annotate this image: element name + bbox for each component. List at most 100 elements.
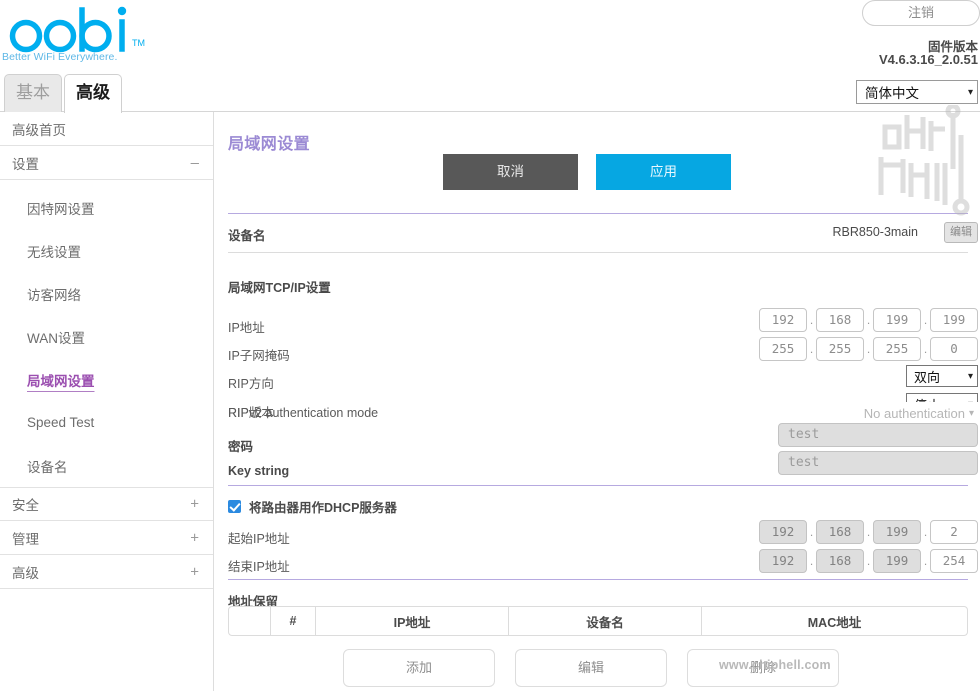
page-title: 局域网设置 (228, 136, 311, 153)
page-root: TM Better WiFi Everywhere. 注销 固件版本 V4.6.… (0, 0, 980, 691)
table-header-mac-address: MAC地址 (807, 615, 862, 630)
divider (228, 252, 968, 253)
cancel-button[interactable]: 取消 (443, 154, 578, 190)
dot-separator: . (923, 525, 928, 539)
sidebar-item-label: 高级 (12, 565, 39, 581)
device-name-label: 设备名 (228, 229, 266, 243)
brand-tagline: Better WiFi Everywhere. (2, 51, 118, 63)
ripv2-auth-mode-value: No authentication (863, 405, 965, 421)
dhcp-end-octet-3: 199 (873, 549, 921, 573)
sidebar-item-label: 设置 (12, 156, 39, 172)
key-string-input[interactable]: test (778, 451, 978, 475)
sidebar-item-lan-settings[interactable]: 局域网设置 (0, 358, 213, 401)
sidebar-item-security[interactable]: 安全 + (0, 487, 213, 521)
ip-octet-4[interactable]: 199 (930, 308, 978, 332)
dot-separator: . (923, 342, 928, 356)
password-input[interactable]: test (778, 423, 978, 447)
sidebar-item-advanced[interactable]: 高级 + (0, 555, 213, 589)
sidebar-item-settings[interactable]: 设置 – (0, 146, 213, 180)
sidebar-item-label: 管理 (12, 531, 39, 547)
dot-separator: . (866, 313, 871, 327)
plus-icon[interactable]: + (190, 529, 199, 546)
logout-button[interactable]: 注销 (862, 0, 980, 26)
ip-address-label: IP地址 (228, 321, 265, 335)
dhcp-end-octet-4[interactable]: 254 (930, 549, 978, 573)
sidebar-item-label: 设备名 (27, 459, 68, 475)
plus-icon[interactable]: + (190, 563, 199, 580)
main-content: 局域网设置 取消 应用 设备名 RBR850-3main 编辑 局域网TCP/I… (215, 105, 980, 691)
add-button[interactable]: 添加 (343, 649, 495, 687)
orbi-logo: TM (0, 2, 180, 54)
subnet-octet-1[interactable]: 255 (759, 337, 807, 361)
sidebar: 高级首页 设置 – 因特网设置 无线设置 访客网络 WAN设置 局域网设置 Sp… (0, 112, 214, 691)
dhcp-end-octet-2: 168 (816, 549, 864, 573)
dhcp-server-checkbox-label: 将路由器用作DHCP服务器 (249, 501, 397, 515)
sidebar-item-label: 高级首页 (12, 122, 66, 138)
sidebar-item-advanced-home[interactable]: 高级首页 (0, 112, 213, 146)
language-select[interactable]: 简体中文 ▾ (856, 80, 978, 104)
page-header: TM Better WiFi Everywhere. 注销 固件版本 V4.6.… (0, 0, 980, 70)
plus-icon[interactable]: + (190, 496, 199, 513)
sidebar-item-internet-settings[interactable]: 因特网设置 (0, 186, 213, 229)
minus-icon[interactable]: – (191, 154, 199, 171)
dhcp-start-octet-3: 199 (873, 520, 921, 544)
table-header-ip-address: IP地址 (316, 607, 509, 635)
chevron-down-icon: ▾ (967, 86, 973, 98)
sidebar-item-label: 局域网设置 (27, 373, 95, 389)
sidebar-item-guest-network[interactable]: 访客网络 (0, 272, 213, 315)
sidebar-item-label: Speed Test (27, 415, 95, 430)
dhcp-start-octet-4[interactable]: 2 (930, 520, 978, 544)
subnet-octet-2[interactable]: 255 (816, 337, 864, 361)
firmware-version-value: V4.6.3.16_2.0.51 (878, 52, 978, 67)
table-header-select (229, 607, 271, 635)
subnet-octet-3[interactable]: 255 (873, 337, 921, 361)
dot-separator: . (866, 342, 871, 356)
sidebar-item-administration[interactable]: 管理 + (0, 521, 213, 555)
sidebar-item-label: 安全 (12, 498, 39, 513)
sidebar-item-wan-settings[interactable]: WAN设置 (0, 315, 213, 358)
dot-separator: . (809, 554, 814, 568)
tab-bar: 基本 高级 简体中文 ▾ (0, 70, 980, 113)
sidebar-item-speed-test[interactable]: Speed Test (0, 401, 213, 444)
key-string-label: Key string (228, 464, 290, 478)
dhcp-start-octet-2: 168 (816, 520, 864, 544)
delete-button[interactable]: 删除 (687, 649, 839, 687)
dhcp-end-octet-1: 192 (759, 549, 807, 573)
ripv2-auth-mode-select[interactable]: No authentication ▾ (845, 402, 978, 424)
tab-advanced[interactable]: 高级 (64, 74, 122, 113)
tab-basic[interactable]: 基本 (4, 74, 62, 112)
dhcp-end-ip-label: 结束IP地址 (228, 560, 290, 574)
svg-text:TM: TM (132, 38, 145, 48)
rip-direction-select[interactable]: 双向 ▾ (906, 365, 978, 387)
dhcp-start-ip-label: 起始IP地址 (228, 532, 290, 546)
subnet-mask-input-group[interactable]: 255 . 255 . 255 . 0 (759, 337, 978, 361)
divider (228, 213, 968, 214)
ip-octet-2[interactable]: 168 (816, 308, 864, 332)
ripv2-auth-mode-label: RIPv2 authentication mode (228, 406, 379, 420)
edit-device-name-button[interactable]: 编辑 (944, 222, 978, 243)
sidebar-item-device-name[interactable]: 设备名 (0, 444, 213, 487)
dot-separator: . (809, 342, 814, 356)
divider (228, 579, 968, 580)
dot-separator: . (923, 313, 928, 327)
dhcp-end-ip-input-group[interactable]: 192 . 168 . 199 . 254 (759, 549, 978, 573)
edit-button[interactable]: 编辑 (515, 649, 667, 687)
sidebar-item-wireless-settings[interactable]: 无线设置 (0, 229, 213, 272)
sidebar-item-label: 因特网设置 (27, 201, 95, 217)
language-select-value: 简体中文 (865, 86, 919, 101)
rip-direction-label: RIP方向 (228, 377, 274, 391)
dot-separator: . (809, 313, 814, 327)
tcpip-section-title: 局域网TCP/IP设置 (228, 281, 331, 295)
chevron-down-icon: ▾ (968, 407, 974, 419)
subnet-mask-label: IP子网掩码 (228, 349, 290, 363)
dhcp-start-ip-input-group[interactable]: 192 . 168 . 199 . 2 (759, 520, 978, 544)
subnet-octet-4[interactable]: 0 (930, 337, 978, 361)
password-label: 密码 (228, 440, 254, 454)
ip-octet-1[interactable]: 192 (759, 308, 807, 332)
rip-direction-value: 双向 (914, 369, 941, 385)
ip-octet-3[interactable]: 199 (873, 308, 921, 332)
dhcp-server-checkbox-row[interactable]: 将路由器用作DHCP服务器 (228, 497, 397, 516)
apply-button[interactable]: 应用 (596, 154, 731, 190)
ip-address-input-group[interactable]: 192 . 168 . 199 . 199 (759, 308, 978, 332)
checkbox-checked-icon[interactable] (228, 500, 241, 513)
